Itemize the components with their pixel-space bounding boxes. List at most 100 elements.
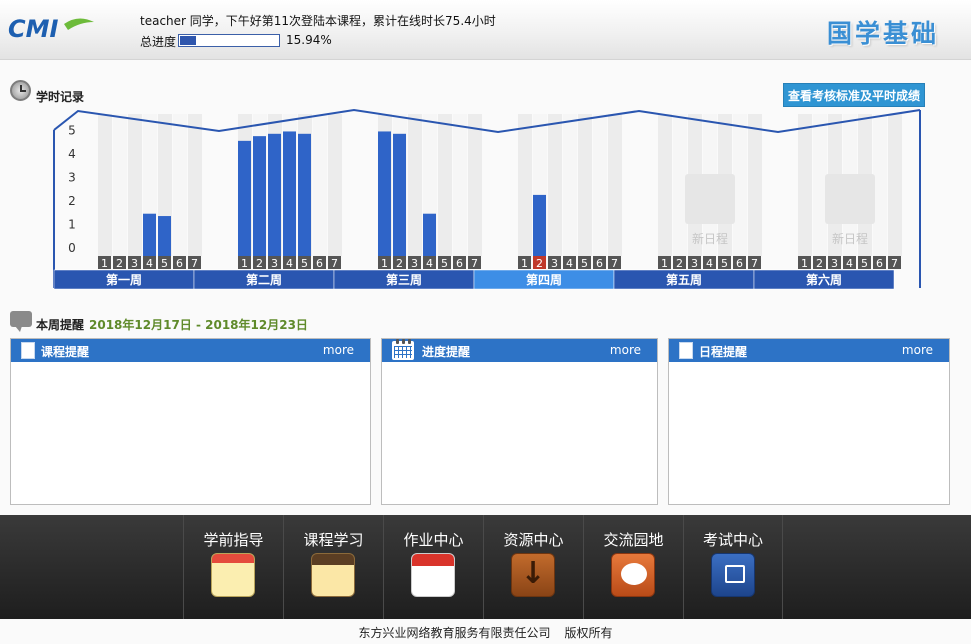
chart-svg: 5432101 2 3 4 5 6 7第一周1 2 3 4 5 6 7第二周1 2 3 4 5 6 7第三周1 2 3 4… [53,108,921,290]
panel-title: 日程提醒 [699,345,748,359]
day-label: 7 [471,257,478,270]
day-label: 6 [736,257,743,270]
progress-reminder-panel: 进度提醒 more [381,338,658,505]
y-tick-label: 3 [68,171,76,185]
day-label: 4 [286,257,293,270]
cmi-logo: CMI [8,15,94,43]
day-label: 7 [751,257,758,270]
day-label: 5 [721,257,728,270]
day-label: 1 [661,257,668,270]
day-label: 5 [441,257,448,270]
download-icon [511,553,555,597]
data-bar [283,131,296,256]
calendar-icon [411,553,455,597]
nav-discussion[interactable]: 交流园地 [583,515,683,619]
day-label: 6 [876,257,883,270]
panel-header: 日程提醒 more [669,339,949,362]
panel-header: 课程提醒 more [11,339,370,362]
bottom-navigation: 学前指导 课程学习 作业中心 资源中心 交流园地 考试中心 [0,515,971,619]
more-link[interactable]: more [323,343,354,357]
chart-column [128,114,142,256]
exam-standards-button[interactable]: 查看考核标准及平时成绩 [783,83,925,107]
data-bar [158,216,171,256]
schedule-reminder-panel: 日程提醒 more [668,338,950,505]
day-label: 6 [176,257,183,270]
nav-label: 交流园地 [603,531,664,549]
placeholder-text: 新日程 [832,231,868,246]
speech-bubble-tail [15,326,22,332]
chart-column [673,114,687,256]
more-link[interactable]: more [610,343,641,357]
chat-icon [611,553,655,597]
calendar-icon [392,339,414,360]
week-label: 第三周 [386,272,422,287]
nav-pre-study-guide[interactable]: 学前指导 [183,515,283,619]
data-bar [143,213,156,256]
data-bar [423,213,436,256]
chart-column [468,114,482,256]
note-icon [679,342,693,359]
chart-column [518,114,532,256]
nav-label: 课程学习 [303,531,364,549]
day-label: 1 [241,257,248,270]
day-label: 2 [816,257,823,270]
chart-column [328,114,342,256]
more-link[interactable]: more [902,343,933,357]
day-label: 7 [331,257,338,270]
placeholder-box [825,174,875,224]
company-name: 东方兴业网络教育服务有限责任公司 [358,626,551,640]
chart-column [548,114,562,256]
study-hours-chart: 5 4 3 2 1 0 1 2 3 4 5 6 7 第一周 1 2 3 4 5 6 7 第二周 1 2 3 4 5 6 7 第三周 1 2 3 4… [0,108,971,293]
data-bar [393,133,406,256]
data-bar [238,140,251,256]
chart-column [748,114,762,256]
chart-column [98,114,112,256]
chart-column [798,114,812,256]
week-date-range: 2018年12月17日 - 2018年12月23日 [89,318,308,332]
progress-label: 总进度 [140,35,177,49]
day-label: 7 [611,257,618,270]
progress-bar [178,34,280,47]
y-tick-label: 1 [68,218,76,232]
document-icon [21,342,35,359]
progress-fill [180,36,196,45]
day-label: 2 [396,257,403,270]
day-label: 4 [426,257,433,270]
notepad-icon [211,553,255,597]
study-record-title: 学时记录 [36,90,85,104]
exam-icon [711,553,755,597]
day-label: 3 [551,257,558,270]
svg-text:CMI: CMI [8,15,58,43]
header: CMI teacher 同学，下午好第11次登陆本课程，累计在线时长75.4小时… [0,0,971,60]
data-bar [253,136,266,256]
day-label: 5 [161,257,168,270]
chart-column [188,114,202,256]
clock-icon [10,80,31,101]
day-label: 6 [456,257,463,270]
chart-column [408,114,422,256]
nav-label: 作业中心 [403,531,464,549]
day-label: 3 [691,257,698,270]
chart-column [813,114,827,256]
y-tick-label: 5 [68,124,76,138]
nav-exam-center[interactable]: 考试中心 [683,515,783,619]
nav-course-study[interactable]: 课程学习 [283,515,383,619]
placeholder-box [685,174,735,224]
day-label: 3 [831,257,838,270]
data-bar [298,133,311,256]
day-label: 5 [861,257,868,270]
week-label: 第六周 [806,272,842,287]
nav-homework-center[interactable]: 作业中心 [383,515,483,619]
day-label: 1 [521,257,528,270]
y-tick-label: 4 [68,147,76,161]
weekly-reminder-title: 本周提醒 [36,318,85,332]
data-bar [533,194,546,256]
chart-column [563,114,577,256]
y-tick-label: 0 [68,241,76,255]
nav-resource-center[interactable]: 资源中心 [483,515,583,619]
day-label: 1 [381,257,388,270]
chart-column [888,114,902,256]
chart-column [113,114,127,256]
day-label: 3 [131,257,138,270]
data-bar [378,131,391,256]
